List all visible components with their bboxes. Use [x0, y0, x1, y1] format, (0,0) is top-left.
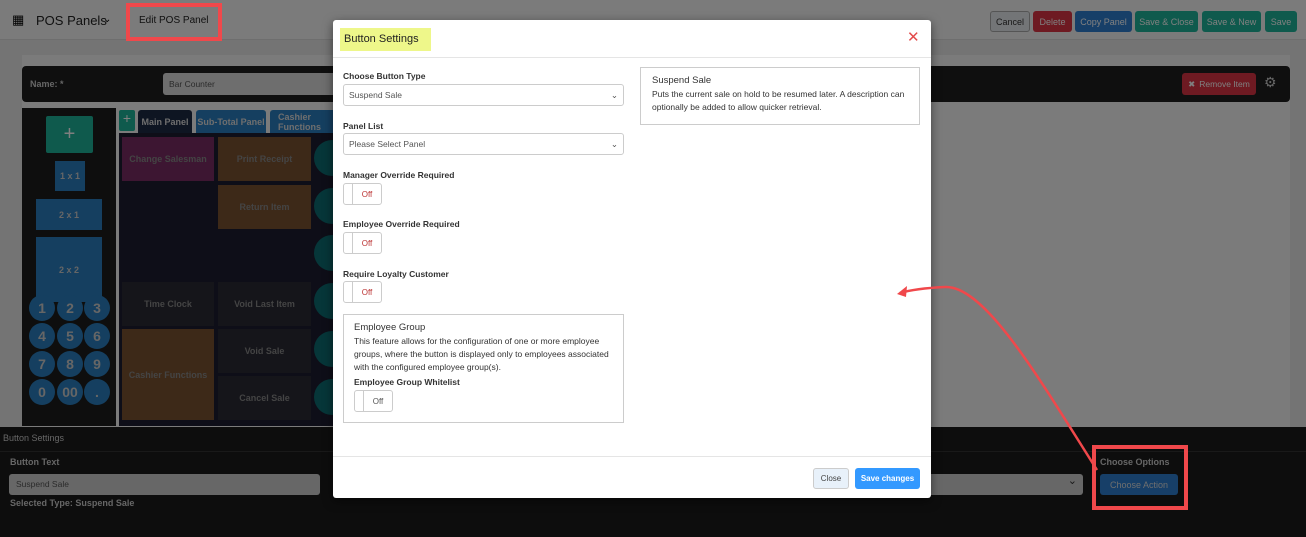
annotation-arrow: [897, 285, 1099, 471]
arrow-head-icon: [897, 286, 907, 297]
arrow-path: [899, 285, 1099, 471]
